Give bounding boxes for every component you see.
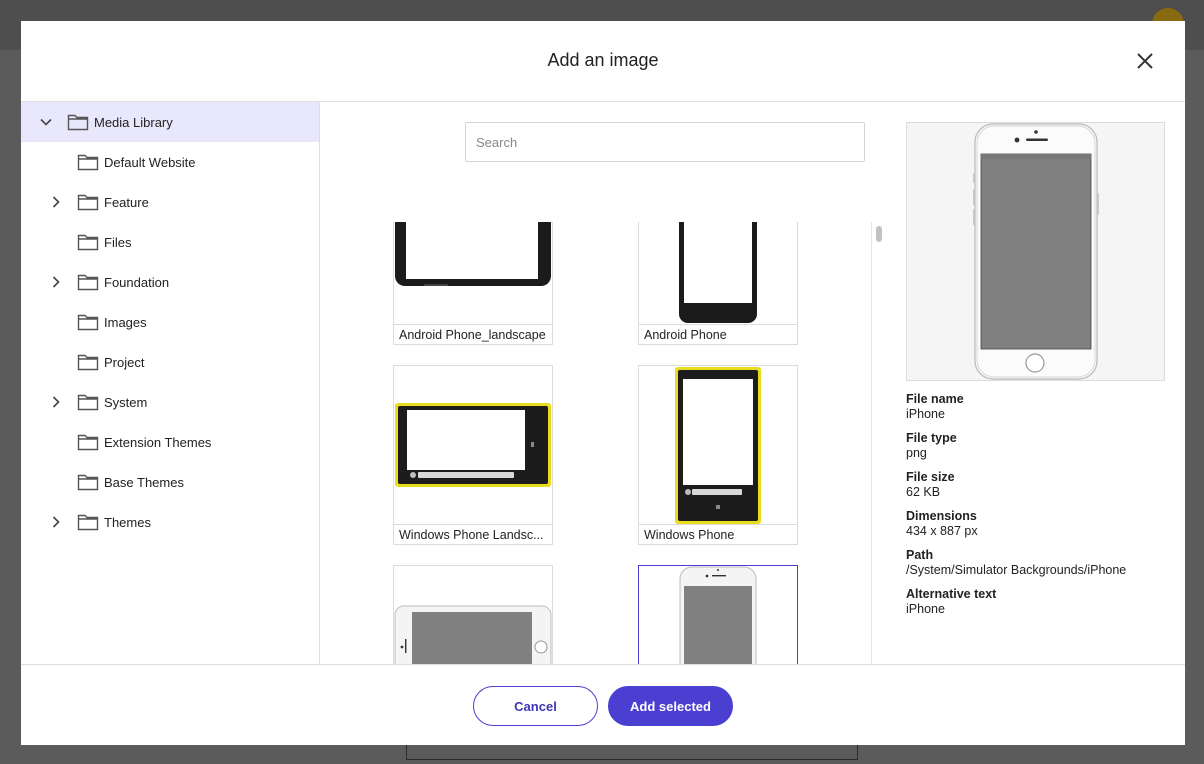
folder-icon — [77, 194, 99, 211]
image-grid: Android Phone_landscape Android Phone Wi… — [321, 222, 871, 664]
tree-item-project[interactable]: Project — [21, 342, 319, 382]
add-selected-button[interactable]: Add selected — [608, 686, 733, 726]
image-metadata: File name iPhone File type png File size… — [906, 392, 1166, 626]
thumbnail — [394, 222, 552, 325]
tree-item-images[interactable]: Images — [21, 302, 319, 342]
image-tile-windows-phone[interactable]: Windows Phone — [638, 365, 798, 545]
chevron-right-icon[interactable] — [49, 515, 63, 529]
thumbnail — [394, 566, 552, 664]
chevron-right-icon[interactable] — [49, 275, 63, 289]
image-tile-android-phone-landscape[interactable]: Android Phone_landscape — [393, 222, 553, 345]
chevron-right-icon[interactable] — [49, 195, 63, 209]
dialog-title: Add an image — [547, 50, 659, 70]
tree-item-files[interactable]: Files — [21, 222, 319, 262]
thumbnail — [639, 366, 797, 525]
iphone-preview-image — [973, 123, 1099, 380]
thumbnail — [639, 566, 797, 664]
meta-label: Alternative text — [906, 587, 997, 601]
tree-item-label: Themes — [104, 515, 151, 530]
meta-path: Path /System/Simulator Backgrounds/iPhon… — [906, 548, 1166, 578]
search-input[interactable] — [465, 122, 865, 162]
windows-landscape-thumbnail — [395, 403, 551, 487]
close-button[interactable] — [1134, 50, 1156, 72]
image-tile-android-phone[interactable]: Android Phone — [638, 222, 798, 345]
meta-value: iPhone — [906, 602, 945, 616]
folder-icon — [77, 274, 99, 291]
tree-item-label: Default Website — [104, 155, 196, 170]
iphone-thumbnail — [679, 566, 757, 664]
image-details-panel: File name iPhone File type png File size… — [886, 102, 1185, 664]
tile-caption: Android Phone — [639, 324, 797, 344]
tree-item-media-library[interactable]: Media Library — [21, 102, 319, 142]
meta-alt-text: Alternative text iPhone — [906, 587, 1166, 617]
folder-icon — [77, 154, 99, 171]
scrollbar-thumb[interactable] — [876, 226, 882, 242]
dialog-footer: Cancel Add selected — [21, 664, 1185, 745]
tree-item-label: Extension Themes — [104, 435, 212, 450]
tree-item-foundation[interactable]: Foundation — [21, 262, 319, 302]
dialog-header: Add an image — [21, 21, 1185, 102]
folder-icon — [77, 314, 99, 331]
meta-file-name: File name iPhone — [906, 392, 1166, 422]
add-image-dialog: Add an image Media Library Default Websi… — [21, 21, 1185, 745]
tree-item-feature[interactable]: Feature — [21, 182, 319, 222]
media-browser: Android Phone_landscape Android Phone — [321, 102, 885, 664]
folder-icon — [77, 394, 99, 411]
tree-item-default-website[interactable]: Default Website — [21, 142, 319, 182]
folder-icon — [77, 434, 99, 451]
tree-item-label: Files — [104, 235, 132, 250]
image-tile-iphone[interactable] — [638, 565, 798, 664]
meta-label: File size — [906, 470, 955, 484]
tree-item-extension-themes[interactable]: Extension Themes — [21, 422, 319, 462]
tree-item-themes[interactable]: Themes — [21, 502, 319, 542]
meta-file-type: File type png — [906, 431, 1166, 461]
meta-value: 62 KB — [906, 485, 941, 499]
thumbnail — [639, 222, 797, 325]
tree-item-label: Feature — [104, 195, 149, 210]
meta-label: File type — [906, 431, 957, 445]
meta-label: Path — [906, 548, 934, 562]
image-tile-windows-phone-landscape[interactable]: Windows Phone Landsc... — [393, 365, 553, 545]
image-preview — [906, 122, 1165, 381]
folder-icon — [77, 474, 99, 491]
meta-value: /System/Simulator Backgrounds/iPhone — [906, 563, 1127, 577]
tree-item-label: Base Themes — [104, 475, 184, 490]
folder-icon — [77, 514, 99, 531]
folder-icon — [77, 354, 99, 371]
cancel-button[interactable]: Cancel — [473, 686, 598, 726]
tree-item-base-themes[interactable]: Base Themes — [21, 462, 319, 502]
chevron-down-icon[interactable] — [39, 115, 53, 129]
meta-value: png — [906, 446, 927, 460]
tree-item-label: Images — [104, 315, 147, 330]
meta-value: 434 x 887 px — [906, 524, 978, 538]
iphone-landscape-thumbnail — [394, 605, 552, 664]
meta-file-size: File size 62 KB — [906, 470, 1166, 500]
folder-icon — [77, 234, 99, 251]
tile-caption: Windows Phone — [639, 524, 797, 544]
tree-item-label: Foundation — [104, 275, 170, 290]
android-landscape-thumbnail — [395, 222, 551, 286]
folder-tree: Media Library Default Website Feature Fi… — [21, 102, 320, 664]
image-tile-iphone-landscape[interactable] — [393, 565, 553, 664]
close-icon — [1137, 53, 1153, 69]
grid-scrollbar[interactable] — [871, 222, 885, 664]
chevron-right-icon[interactable] — [49, 395, 63, 409]
meta-dimensions: Dimensions 434 x 887 px — [906, 509, 1166, 539]
tile-caption: Windows Phone Landsc... — [394, 524, 552, 544]
tree-item-label: System — [104, 395, 148, 410]
meta-value: iPhone — [906, 407, 945, 421]
thumbnail — [394, 366, 552, 525]
meta-label: Dimensions — [906, 509, 977, 523]
tree-item-label: Media Library — [94, 115, 173, 130]
windows-phone-thumbnail — [675, 367, 761, 524]
android-phone-thumbnail — [679, 222, 757, 323]
folder-icon — [67, 114, 89, 131]
tile-caption: Android Phone_landscape — [394, 324, 552, 344]
tree-item-label: Project — [104, 355, 145, 370]
tree-item-system[interactable]: System — [21, 382, 319, 422]
meta-label: File name — [906, 392, 964, 406]
